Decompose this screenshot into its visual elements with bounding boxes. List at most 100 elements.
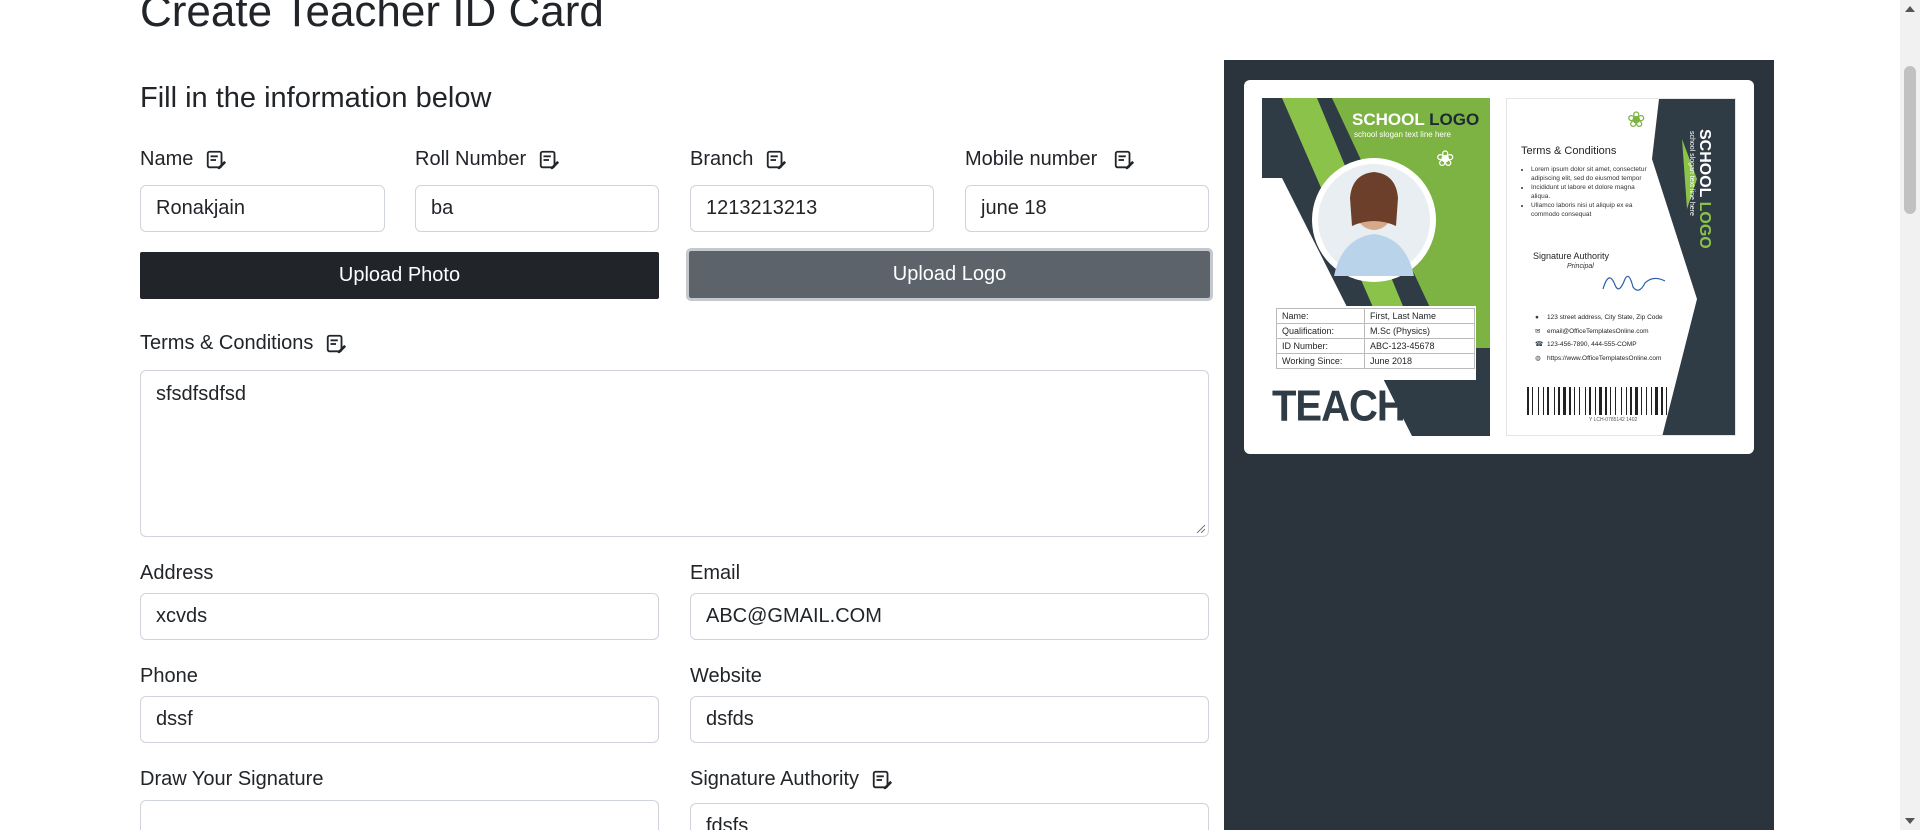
front-info-row: Qualification: M.Sc (Physics) [1276, 323, 1475, 339]
barcode-stripe [1558, 387, 1560, 415]
phone-input[interactable]: dssf [140, 696, 659, 743]
front-role-text: TEACHER [1272, 381, 1459, 431]
edit-note-icon[interactable] [871, 769, 893, 791]
edit-note-icon[interactable] [538, 149, 560, 171]
barcode-stripe [1651, 387, 1652, 415]
edit-note-icon[interactable] [1113, 149, 1135, 171]
draw-signature-label-text: Draw Your Signature [140, 768, 324, 790]
name-input[interactable]: Ronakjain [140, 185, 385, 232]
roll-number-label-text: Roll Number [415, 148, 527, 170]
barcode-stripe [1599, 387, 1602, 415]
contact-icon: ● [1535, 314, 1539, 321]
roll-number-label: Roll Number [415, 148, 560, 171]
front-info-key: ID Number: [1276, 338, 1365, 354]
front-info-key: Qualification: [1276, 323, 1365, 339]
barcode-stripe [1666, 387, 1667, 415]
terms-textarea[interactable]: sfsdfsdfsd [140, 370, 1209, 537]
signature-authority-label: Signature Authority [690, 768, 893, 791]
id-card-back: ❀ Terms & Conditions Lorem ipsum dolor s… [1506, 98, 1736, 436]
back-sig-title: Signature Authority [1533, 251, 1610, 261]
front-info-row: Working Since: June 2018 [1276, 353, 1475, 369]
front-info-key: Name: [1276, 308, 1365, 324]
front-info-value: June 2018 [1364, 353, 1475, 369]
signature-canvas[interactable] [140, 800, 659, 830]
back-terms-title: Terms & Conditions [1521, 145, 1617, 157]
website-label-text: Website [690, 665, 762, 687]
signature-authority-label-text: Signature Authority [690, 768, 859, 790]
edit-note-icon[interactable] [205, 149, 227, 171]
barcode-stripe [1538, 387, 1539, 415]
resize-grip-icon[interactable] [1195, 523, 1205, 533]
signature-authority-value: fdsfs [706, 815, 749, 830]
front-info-row: Name: First, Last Name [1276, 308, 1475, 324]
address-label: Address [140, 562, 213, 585]
mobile-number-label-text: Mobile number [965, 148, 1098, 170]
barcode-stripe [1610, 387, 1611, 415]
phone-label-text: Phone [140, 665, 198, 687]
barcode-stripe [1574, 387, 1575, 415]
barcode-stripe [1532, 387, 1533, 415]
back-vertical-logo-text: LOGO [1696, 201, 1713, 249]
terms-label: Terms & Conditions [140, 332, 347, 355]
page-title: Create Teacher ID Card [140, 0, 604, 36]
barcode-stripe [1615, 387, 1616, 415]
contact-icon: ◍ [1535, 354, 1541, 362]
contact-icon: ✉ [1535, 327, 1541, 335]
upload-logo-button[interactable]: Upload Logo [686, 248, 1213, 301]
name-label-text: Name [140, 148, 194, 170]
barcode-stripe [1554, 387, 1555, 415]
email-input[interactable]: ABC@GMAIL.COM [690, 593, 1209, 640]
lotus-logo-icon: ❀ [1436, 146, 1455, 171]
website-input[interactable]: dsfds [690, 696, 1209, 743]
barcode-stripe [1661, 387, 1663, 415]
scroll-thumb[interactable] [1904, 66, 1916, 214]
barcode-stripe [1527, 387, 1529, 415]
terms-label-text: Terms & Conditions [140, 332, 314, 354]
front-info-value: ABC-123-45678 [1364, 338, 1475, 354]
barcode-stripe [1630, 387, 1632, 415]
front-info-table: Name: First, Last Name Qualification: M.Sc … [1276, 308, 1475, 369]
barcode-stripe [1543, 387, 1544, 415]
scroll-up-arrow-icon[interactable] [1905, 6, 1915, 12]
barcode-stripe [1569, 387, 1571, 415]
back-contact-text: 123-456-7890, 444-555-COMP [1547, 341, 1637, 348]
contact-icon: ☎ [1535, 341, 1544, 348]
back-vertical-slogan: school slogan text line here [1688, 131, 1695, 216]
mobile-number-input[interactable]: june 18 [965, 185, 1209, 232]
back-vertical-logo: SCHOOL LOGO [1695, 129, 1713, 249]
signature-authority-input[interactable]: fdsfs [690, 803, 1209, 830]
barcode-stripe [1563, 387, 1566, 415]
back-contact-text: https://www.OfficeTemplatesOnline.com [1547, 354, 1662, 362]
back-terms-bullet: Incididunt ut labore et dolore magna ali… [1531, 183, 1651, 201]
signature-scribble-icon [1602, 275, 1666, 291]
barcode-stripe [1579, 387, 1580, 415]
barcode-stripe [1589, 387, 1591, 415]
front-info-value: First, Last Name [1364, 308, 1475, 324]
back-contact-text: email@OfficeTemplatesOnline.com [1547, 327, 1649, 335]
barcode-stripe [1635, 387, 1638, 415]
roll-number-input[interactable]: ba [415, 185, 659, 232]
address-input[interactable]: xcvds [140, 593, 659, 640]
back-terms-list: Lorem ipsum dolor sit amet, consectetur … [1531, 165, 1651, 219]
page-scrollbar[interactable] [1900, 0, 1920, 830]
upload-photo-button[interactable]: Upload Photo [140, 252, 659, 299]
barcode-text: Y LCH-0785142 1402 [1589, 417, 1638, 423]
front-info-key: Working Since: [1276, 353, 1365, 369]
branch-label: Branch [690, 148, 787, 171]
edit-note-icon[interactable] [325, 333, 347, 355]
back-lotus-icon: ❀ [1627, 107, 1646, 132]
barcode-stripe [1626, 387, 1627, 415]
branch-input[interactable]: 1213213213 [690, 185, 934, 232]
front-school-logo: SCHOOL LOGO [1352, 110, 1479, 130]
branch-label-text: Branch [690, 148, 754, 170]
scroll-down-arrow-icon[interactable] [1905, 818, 1915, 824]
front-slogan: school slogan text line here [1354, 130, 1451, 139]
terms-textarea-value: sfsdfsdfsd [156, 383, 247, 405]
barcode-stripe [1547, 387, 1549, 415]
mobile-number-label: Mobile number [965, 148, 1135, 171]
edit-note-icon[interactable] [765, 149, 787, 171]
front-logo-text: LOGO [1429, 110, 1480, 129]
back-contact-row: ☎ 123-456-7890, 444-555-COMP [1535, 338, 1663, 352]
form-subtitle: Fill in the information below [140, 82, 492, 114]
draw-signature-label: Draw Your Signature [140, 768, 323, 791]
